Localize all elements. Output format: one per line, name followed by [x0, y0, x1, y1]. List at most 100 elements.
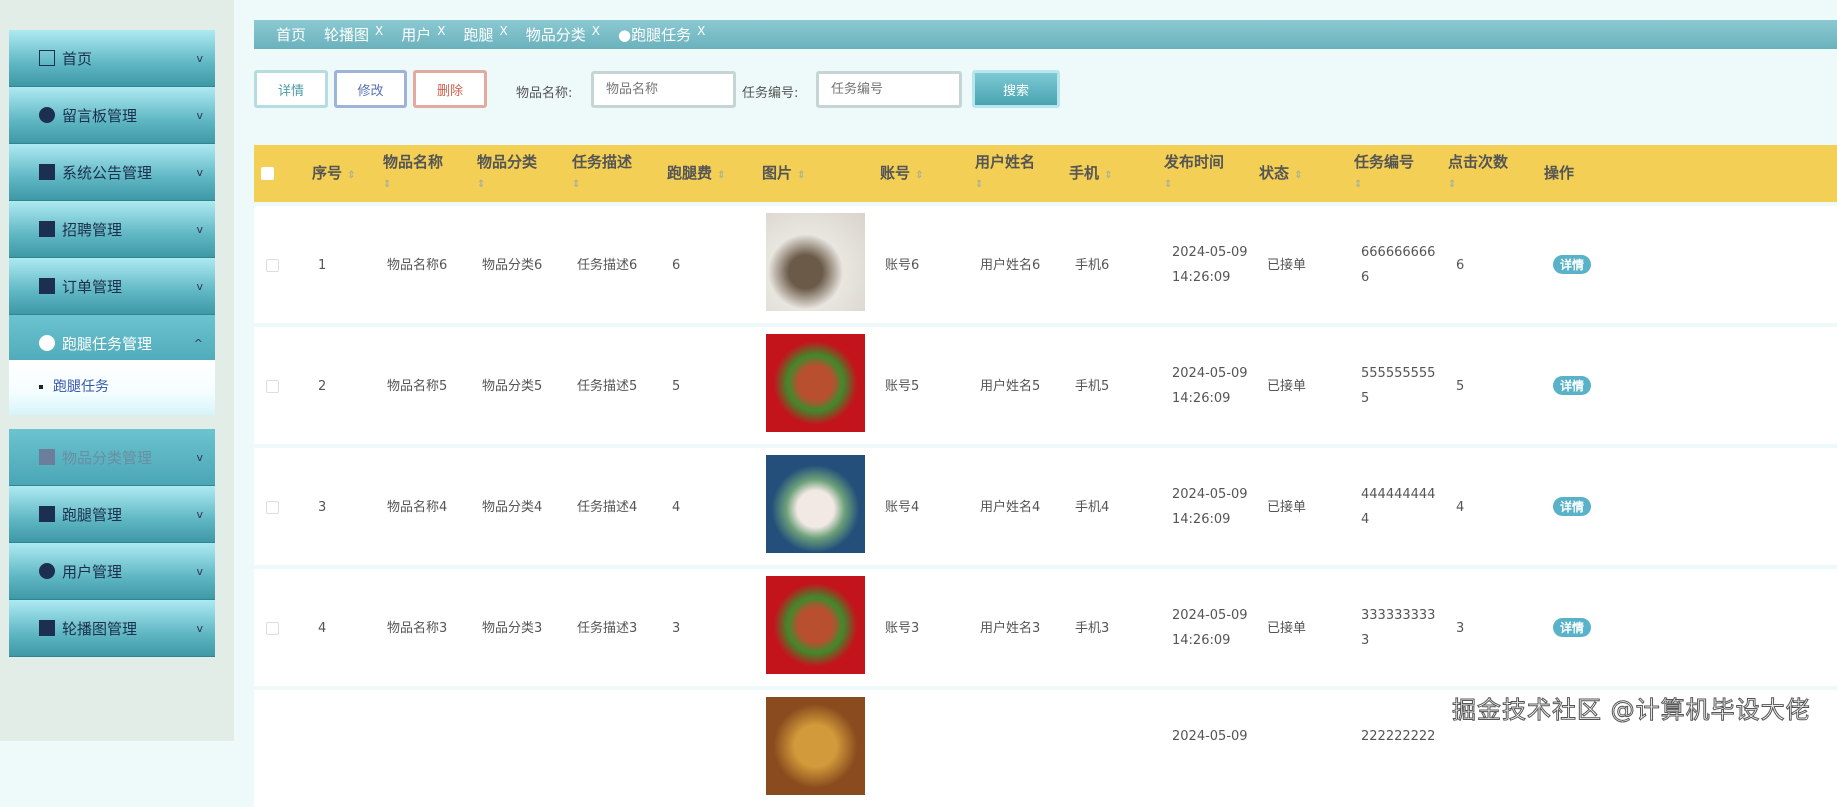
select-all-checkbox[interactable] [261, 167, 274, 180]
row-checkbox[interactable] [266, 380, 279, 393]
cell-desc: 任务描述3 [577, 621, 638, 636]
grid-icon [39, 164, 55, 180]
sidebar-item-6[interactable]: 物品分类管理 v [9, 429, 215, 486]
column-header[interactable]: 发布时间 ⇕ [1164, 152, 1224, 195]
column-header[interactable]: 手机 ⇕ [1069, 163, 1113, 186]
cell-cat: 物品分类4 [482, 500, 543, 515]
column-header[interactable]: 任务编号 ⇕ [1354, 152, 1414, 195]
cell-no: 2 [318, 379, 327, 394]
cell-user: 用户姓名4 [980, 500, 1041, 515]
sort-icon: ⇕ [572, 179, 581, 190]
tab-label: 物品分类 [525, 26, 586, 44]
tab-2[interactable]: 用户 X [401, 24, 445, 45]
column-label: 任务描述 [572, 153, 633, 171]
cell-desc: 任务描述6 [577, 258, 638, 273]
cell-code-tail: 3 [1361, 633, 1370, 648]
detail-badge-button[interactable]: 详情 [1553, 618, 1592, 637]
tab-0[interactable]: 首页 [276, 24, 306, 45]
detail-badge-button[interactable]: 详情 [1553, 255, 1592, 274]
cell-date: 2024-05-09 [1172, 729, 1248, 744]
watermark: 掘金技术社区 @计算机毕设大佬 [1452, 696, 1811, 725]
detail-button[interactable]: 详情 [254, 70, 328, 108]
item-name-input[interactable] [591, 71, 736, 108]
tab-3[interactable]: 跑腿 X [464, 24, 508, 45]
cell-date: 2024-05-09 [1172, 366, 1248, 381]
detail-badge-button[interactable]: 详情 [1553, 376, 1592, 395]
column-header[interactable]: 账号 ⇕ [880, 163, 924, 186]
tab-label: ●跑腿任务 [618, 26, 692, 44]
cell-clicks: 6 [1456, 258, 1465, 273]
close-icon[interactable]: X [437, 24, 445, 38]
sort-icon: ⇕ [975, 179, 984, 190]
close-icon[interactable]: X [592, 24, 600, 38]
chat-icon [39, 107, 55, 123]
column-header[interactable]: 跑腿费 ⇕ [667, 163, 726, 186]
tab-4[interactable]: 物品分类 X [526, 24, 600, 45]
column-label: 任务编号 [1354, 153, 1415, 171]
cell-acct: 账号4 [885, 500, 920, 515]
cell-clicks: 5 [1456, 379, 1465, 394]
tab-5[interactable]: ●跑腿任务 X [618, 24, 705, 45]
sort-icon: ⇕ [915, 170, 924, 181]
column-header[interactable]: 用户姓名 ⇕ [975, 152, 1035, 195]
column-header[interactable]: 物品分类 ⇕ [477, 152, 537, 195]
search-button[interactable]: 搜索 [972, 70, 1060, 108]
column-header[interactable]: 状态 ⇕ [1259, 163, 1303, 186]
sidebar-item-4[interactable]: 订单管理 v [9, 258, 215, 315]
column-header[interactable]: 物品名称 ⇕ [383, 152, 443, 195]
cell-cat: 物品分类5 [482, 379, 543, 394]
cell-user: 用户姓名6 [980, 258, 1041, 273]
column-header[interactable]: 序号 ⇕ [312, 163, 356, 186]
sidebar-item-7[interactable]: 跑腿管理 v [9, 486, 215, 543]
sort-icon: ⇕ [1164, 179, 1173, 190]
cell-date: 2024-05-09 [1172, 608, 1248, 623]
chevron-down-icon: v [196, 564, 203, 578]
sidebar-item-8[interactable]: 用户管理 v [9, 543, 215, 600]
row-checkbox[interactable] [266, 622, 279, 635]
cell-clicks: 3 [1456, 621, 1465, 636]
row-checkbox[interactable] [266, 259, 279, 272]
column-header[interactable]: 任务描述 ⇕ [572, 152, 632, 195]
sidebar-item-0[interactable]: 首页 v [9, 30, 215, 87]
sort-icon: ⇕ [1448, 179, 1457, 190]
tab-1[interactable]: 轮播图 X [324, 24, 383, 45]
tab-label: 跑腿 [463, 26, 494, 44]
close-icon[interactable]: X [697, 24, 705, 38]
table-row: 3 物品名称4 物品分类4 任务描述4 4 账号4 用户姓名4 手机4 2024-05-09 14… [254, 448, 1837, 565]
submenu-item-errand-task[interactable]: 跑腿任务 [9, 360, 215, 415]
cell-date: 2024-05-09 [1172, 487, 1248, 502]
item-image [766, 455, 865, 553]
building-icon [39, 221, 55, 237]
sidebar-item-label: 跑腿任务管理 [62, 334, 153, 353]
cell-no: 4 [318, 621, 327, 636]
column-label: 物品分类 [477, 153, 538, 171]
sidebar-item-1[interactable]: 留言板管理 v [9, 87, 215, 144]
card-icon [39, 449, 55, 465]
delete-button[interactable]: 删除 [413, 70, 487, 108]
column-header[interactable]: 图片 ⇕ [762, 163, 806, 186]
cell-acct: 账号5 [885, 379, 920, 394]
sidebar-item-2[interactable]: 系统公告管理 v [9, 144, 215, 201]
column-header[interactable]: 操作 [1544, 163, 1574, 183]
sort-icon: ⇕ [477, 179, 486, 190]
item-name-label: 物品名称: [516, 86, 573, 101]
sidebar-item-3[interactable]: 招聘管理 v [9, 201, 215, 258]
cell-date: 2024-05-09 [1172, 245, 1248, 260]
column-header[interactable]: 点击次数 ⇕ [1448, 152, 1508, 195]
detail-badge-button[interactable]: 详情 [1553, 497, 1592, 516]
edit-button[interactable]: 修改 [334, 70, 407, 108]
chevron-down-icon: v [196, 222, 203, 236]
cell-name: 物品名称6 [387, 258, 448, 273]
cell-phone: 手机4 [1075, 500, 1110, 515]
cell-code-tail: 5 [1361, 391, 1370, 406]
close-icon[interactable]: X [375, 24, 383, 38]
sidebar-item-label: 轮播图管理 [62, 619, 138, 638]
row-checkbox[interactable] [266, 501, 279, 514]
table-row: 1 物品名称6 物品分类6 任务描述6 6 账号6 用户姓名6 手机6 2024-05-09 14… [254, 206, 1837, 323]
task-code-input[interactable] [816, 71, 962, 108]
cell-time: 14:26:09 [1172, 270, 1231, 285]
chevron-up-icon: ^ [193, 336, 203, 350]
column-label: 账号 [880, 164, 911, 182]
sidebar-item-9[interactable]: 轮播图管理 v [9, 600, 215, 657]
close-icon[interactable]: X [500, 24, 508, 38]
